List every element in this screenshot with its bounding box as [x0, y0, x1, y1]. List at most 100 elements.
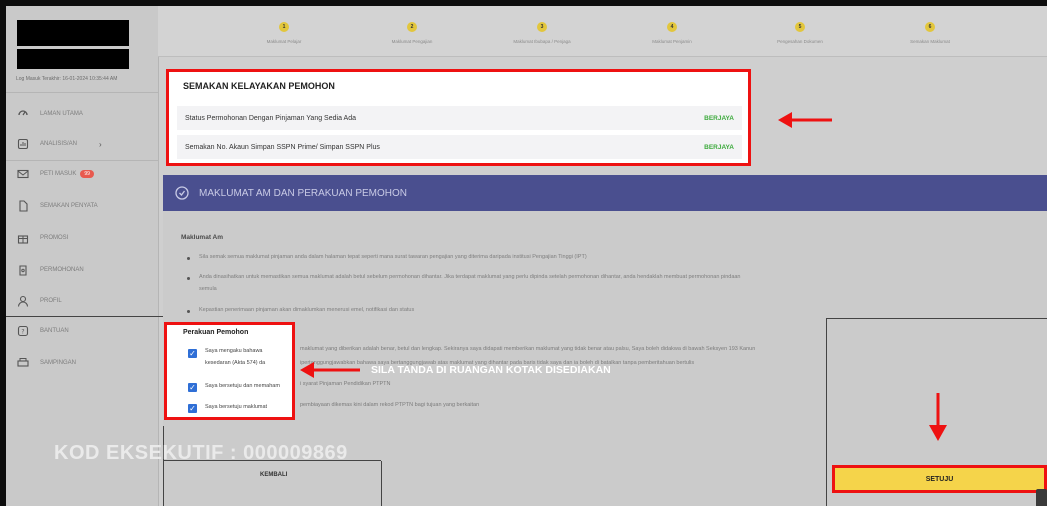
chevron-right-icon: ›	[99, 139, 102, 149]
divider-line	[826, 318, 1047, 319]
arrow-left-icon	[300, 362, 360, 378]
agree-button[interactable]: SETUJU	[832, 465, 1047, 493]
step-number: 2	[407, 22, 417, 32]
step-1[interactable]: 1 Maklumat Pelajar	[224, 22, 344, 44]
arrow-left-icon	[778, 112, 832, 128]
sidebar-item-laman-utama[interactable]: LAMAN UTAMA	[16, 106, 83, 122]
step-4[interactable]: 4 Maklumat Penjamin	[612, 22, 732, 44]
applicant-agreement-panel: Perakuan Pemohon ✓ Saya mengaku bahawa k…	[164, 322, 295, 420]
agreement-checkbox-2[interactable]: ✓	[188, 383, 197, 392]
redacted-user-info	[17, 49, 129, 69]
bullet-dot	[187, 310, 190, 313]
sidebar-item-bantuan[interactable]: ? BANTUAN	[16, 323, 69, 339]
dashboard-icon	[16, 107, 30, 121]
progress-stepper: 1 Maklumat Pelajar 2 Maklumat Pengajian 3 M…	[158, 6, 1047, 57]
gift-icon	[16, 231, 30, 245]
application-screen: Log Masuk Terakhir: 16-01-2024 10:35:44 …	[6, 6, 1047, 506]
chart-icon	[16, 137, 30, 151]
agreement-text-2: Saya bersetuju dan memaham	[205, 383, 280, 389]
sidebar-item-label: SEMAKAN PENYATA	[40, 203, 98, 209]
sidebar-item-peti-masuk[interactable]: PETI MASUK 99	[16, 166, 94, 182]
step-number: 6	[925, 22, 935, 32]
mail-icon	[16, 167, 30, 181]
back-button[interactable]: KEMBALI	[260, 472, 287, 478]
checkbox-instruction-annotation: SILA TANDA DI RUANGAN KOTAK DISEDIAKAN	[371, 364, 611, 376]
status-badge: BERJAYA	[704, 114, 734, 122]
arrow-down-icon	[929, 393, 947, 441]
agreement-text-3: Saya bersetuju maklumat	[205, 404, 268, 410]
step-number: 1	[279, 22, 289, 32]
sidebar: Log Masuk Terakhir: 16-01-2024 10:35:44 …	[6, 6, 159, 506]
divider-line	[826, 318, 827, 506]
step-6[interactable]: 6 Semakan Maklumat	[870, 22, 990, 44]
sidebar-item-label: ANALISIS/AN	[40, 141, 78, 147]
sidebar-item-promosi[interactable]: PROMOSI	[16, 230, 68, 246]
eligibility-row: Semakan No. Akaun Simpan SSPN Prime/ Sim…	[177, 135, 742, 159]
step-3[interactable]: 3 Maklumat Ibubapa / Penjaga	[482, 22, 602, 44]
agreement-3-rest: pembiayaan dikemas kini dalam rekod PTPT…	[300, 402, 480, 408]
eligibility-check-panel: SEMAKAN KELAYAKAN PEMOHON Status Permoho…	[166, 69, 751, 166]
step-label: Maklumat Pelajar	[266, 39, 302, 44]
agreement-1-rest: maklumat yang diberikan adalah benar, be…	[300, 346, 756, 352]
sidebar-item-sampingan[interactable]: SAMPINGAN	[16, 355, 76, 371]
shield-icon	[175, 186, 189, 200]
sidebar-item-label: BANTUAN	[40, 328, 69, 334]
agreement-text-1b: kesedaran (Akta 574) da	[205, 360, 266, 366]
step-number: 5	[795, 22, 805, 32]
info-bullet-2-cont: semula	[199, 286, 217, 292]
sidebar-item-label: PETI MASUK	[40, 171, 77, 177]
last-login-text: Log Masuk Terakhir: 16-01-2024 10:35:44 …	[16, 76, 118, 82]
bullet-dot	[187, 277, 190, 280]
step-number: 3	[537, 22, 547, 32]
sidebar-item-label: LAMAN UTAMA	[40, 111, 83, 117]
eligibility-title: SEMAKAN KELAYAKAN PEMOHON	[183, 81, 335, 91]
bullet-dot	[187, 257, 190, 260]
printer-icon	[16, 356, 30, 370]
step-2[interactable]: 2 Maklumat Pengajian	[352, 22, 472, 44]
wallet-icon	[16, 263, 30, 277]
eligibility-row-label: Semakan No. Akaun Simpan SSPN Prime/ Sim…	[185, 143, 380, 151]
step-5[interactable]: 5 Pengesahan Dokumen	[740, 22, 860, 44]
user-icon	[16, 294, 30, 308]
sidebar-divider	[6, 92, 158, 93]
sidebar-item-profil[interactable]: PROFIL	[16, 293, 62, 309]
sidebar-item-analisis[interactable]: ANALISIS/AN ›	[16, 136, 102, 152]
divider-line	[163, 426, 164, 506]
sidebar-item-permohonan[interactable]: PERMOHONAN	[16, 262, 84, 278]
help-icon: ?	[16, 324, 30, 338]
step-label: Maklumat Ibubapa / Penjaga	[513, 39, 571, 44]
eligibility-row: Status Permohonan Dengan Pinjaman Yang S…	[177, 106, 742, 130]
executive-code-watermark: KOD EKSEKUTIF : 000009869	[54, 442, 348, 464]
agreement-checkbox-1[interactable]: ✓	[188, 349, 197, 358]
general-info-heading: Maklumat Am	[181, 234, 224, 241]
step-number: 4	[667, 22, 677, 32]
step-label: Semakan Maklumat	[910, 39, 950, 44]
scrollbar-thumb[interactable]	[1036, 489, 1047, 506]
eligibility-row-label: Status Permohonan Dengan Pinjaman Yang S…	[185, 114, 356, 122]
sidebar-item-label: PERMOHONAN	[40, 267, 84, 273]
info-bullet-2: Anda dinasihatkan untuk memastikan semua…	[199, 274, 741, 280]
agree-button-label: SETUJU	[925, 475, 954, 483]
step-label: Maklumat Penjamin	[652, 39, 692, 44]
agreement-checkbox-3[interactable]: ✓	[188, 404, 197, 413]
status-badge: BERJAYA	[704, 143, 734, 151]
sidebar-item-semakan-penyata[interactable]: SEMAKAN PENYATA	[16, 198, 98, 214]
sidebar-divider	[6, 160, 158, 161]
sidebar-item-label: SAMPINGAN	[40, 360, 77, 366]
agreement-2-rest: i syarat Pinjaman Pendidikan PTPTN	[300, 381, 391, 387]
info-bullet-3: Kepastian penerimaan pinjaman akan dimak…	[199, 307, 415, 313]
divider-line	[381, 461, 382, 506]
section-title: MAKLUMAT AM DAN PERAKUAN PEMOHON	[199, 187, 407, 199]
step-label: Pengesahan Dokumen	[777, 39, 823, 44]
redacted-logo	[17, 20, 129, 46]
step-label: Maklumat Pengajian	[391, 39, 433, 44]
sidebar-item-label: PROFIL	[40, 298, 62, 304]
svg-text:?: ?	[21, 329, 24, 336]
divider-line	[6, 316, 163, 317]
agreement-text-1: Saya mengaku bahawa	[205, 348, 263, 354]
sidebar-item-label: PROMOSI	[40, 235, 69, 241]
unread-count-badge: 99	[80, 170, 94, 178]
agreement-heading: Perakuan Pemohon	[183, 329, 249, 336]
info-bullet-1: Sila semak semua maklumat pinjaman anda …	[199, 254, 587, 260]
section-header: MAKLUMAT AM DAN PERAKUAN PEMOHON	[163, 175, 1047, 211]
